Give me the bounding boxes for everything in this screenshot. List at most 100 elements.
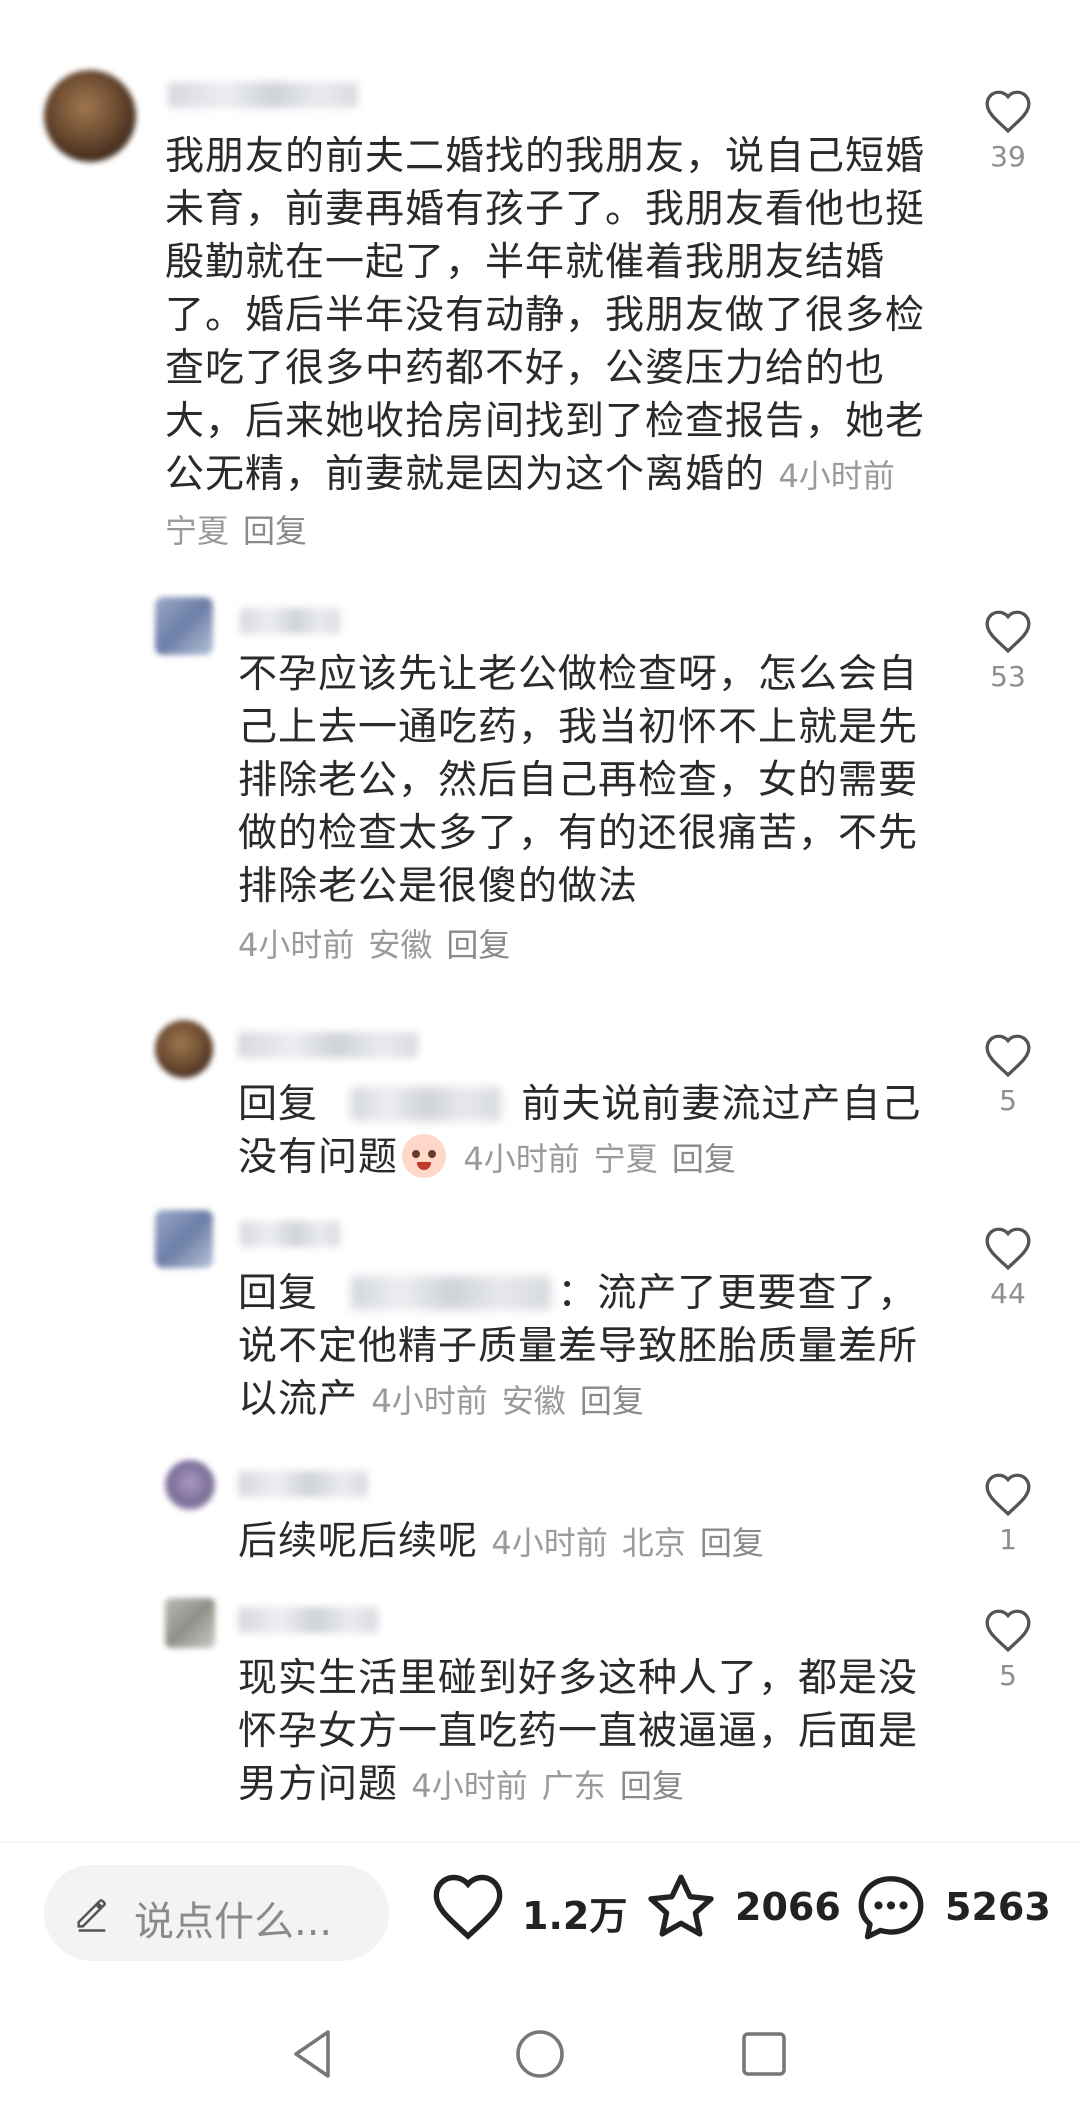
comment-text: 回复 ：流产了更要查了， 说不定他精子质量差导致胚胎质量差所 以流产 4小时前安… [238, 1267, 938, 1428]
crying-emoji-icon [402, 1134, 447, 1178]
like-count: 5 [999, 1659, 1017, 1692]
comment-item: 不孕应该先让老公做检查呀，怎么会自己上去一通吃药，我当初怀不上就是先排除老公，然… [0, 580, 1080, 990]
reply-button[interactable]: 回复 [446, 926, 510, 964]
favorite-count: 2066 [735, 1885, 841, 1929]
comment-body: 我朋友的前夫二婚找的我朋友，说自己短婚未育，前妻再婚有孩子了。我朋友看他也挺殷勤… [165, 134, 926, 497]
comment-body-line1: ：流产了更要查了， [557, 1271, 918, 1316]
heart-icon [985, 1227, 1031, 1271]
like-count: 53 [990, 660, 1026, 693]
heart-icon [985, 1473, 1031, 1517]
square-recents-icon [742, 2032, 786, 2076]
avatar[interactable] [165, 1598, 215, 1648]
reply-button[interactable]: 回复 [700, 1524, 764, 1562]
reply-button[interactable]: 回复 [243, 512, 307, 550]
comment-time: 4小时前 [371, 1382, 488, 1420]
avatar[interactable] [155, 1210, 213, 1268]
comment-time: 4小时前 [463, 1140, 580, 1178]
like-count: 1 [999, 1523, 1017, 1556]
username-blurred[interactable] [240, 1221, 340, 1247]
input-placeholder: 说点什么... [134, 1899, 333, 1945]
like-button[interactable]: 5 [968, 1032, 1048, 1117]
heart-icon [985, 610, 1031, 654]
username-blurred[interactable] [238, 1471, 368, 1497]
like-total-count: 1.2万 [522, 1894, 628, 1938]
nav-back-button[interactable] [290, 2028, 336, 2084]
comment-text: 我朋友的前夫二婚找的我朋友，说自己短婚未育，前妻再婚有孩子了。我朋友看他也挺殷勤… [165, 130, 940, 558]
reply-button[interactable]: 回复 [672, 1140, 736, 1178]
comment-item: 回复 ：流产了更要查了， 说不定他精子质量差导致胚胎质量差所 以流产 4小时前安… [0, 1205, 1080, 1445]
username-blurred[interactable] [238, 1607, 378, 1633]
comment-text: 现实生活里碰到好多这种人了，都是没 怀孕女方一直吃药一直被逼逼，后面是 男方问题… [238, 1652, 938, 1813]
comment-body-line2: 怀孕女方一直吃药一直被逼逼，后面是 [238, 1709, 919, 1754]
heart-icon [433, 1874, 503, 1940]
circle-home-icon [516, 2030, 564, 2078]
mentioned-user-blurred[interactable] [351, 1087, 502, 1121]
reply-button[interactable]: 回复 [620, 1767, 684, 1805]
comment-body-line1: 现实生活里碰到好多这种人了，都是没 [238, 1656, 919, 1701]
reply-prefix: 回复 [238, 1082, 319, 1127]
comment-location: 宁夏 [593, 1140, 658, 1178]
like-button[interactable]: 5 [968, 1607, 1048, 1692]
comment-total-button[interactable]: 5263 [853, 1871, 1053, 1951]
comment-location: 安徽 [501, 1382, 566, 1420]
mentioned-user-blurred[interactable] [351, 1276, 552, 1310]
comment-body-line3: 以流产 [238, 1377, 359, 1422]
nav-home-button[interactable] [514, 2028, 566, 2084]
like-button[interactable]: 53 [968, 608, 1048, 693]
username-blurred[interactable] [168, 82, 358, 108]
comment-meta: 4小时前宁夏回复 [463, 1140, 749, 1178]
heart-icon [985, 90, 1031, 134]
comment-body: 不孕应该先让老公做检查呀，怎么会自己上去一通吃药，我当初怀不上就是先排除老公，然… [238, 652, 919, 909]
like-count: 39 [990, 140, 1026, 173]
nav-recents-button[interactable] [740, 2028, 788, 2084]
comment-input[interactable]: 说点什么... [44, 1865, 389, 1961]
avatar[interactable] [44, 70, 136, 162]
comment-text: 不孕应该先让老公做检查呀，怎么会自己上去一通吃药，我当初怀不上就是先排除老公，然… [238, 648, 938, 913]
comment-body-line3: 男方问题 [238, 1762, 399, 1807]
like-count: 44 [990, 1277, 1026, 1310]
username-blurred[interactable] [240, 608, 340, 634]
comment-meta: 4小时前 安徽 回复 [371, 1382, 657, 1420]
like-count: 5 [999, 1084, 1017, 1117]
heart-icon [985, 1609, 1031, 1653]
comment-body-line2: 说不定他精子质量差导致胚胎质量差所 [238, 1324, 919, 1369]
comment-item: 回复 前夫说前妻流过产自己 没有问题 4小时前 宁夏 回复 5 [0, 1010, 1080, 1190]
comment-meta: 4小时前 安徽 回复 [238, 920, 524, 966]
comment-text: 回复 前夫说前妻流过产自己 没有问题 4小时前 宁夏 回复 [238, 1078, 938, 1186]
comment-body-line1: 前夫说前妻流过产自己 [521, 1082, 922, 1127]
comment-time: 4小时前 [491, 1524, 608, 1562]
comment-meta: 4小时前 广东 回复 [411, 1767, 697, 1805]
comment-body-tail: 的 [725, 452, 766, 497]
comment-item: 我朋友的前夫二婚找的我朋友，说自己短婚未育，前妻再婚有孩子了。我朋友看他也挺殷勤… [0, 0, 1080, 580]
comment-time: 4小时前 [778, 457, 895, 495]
pencil-icon [77, 1899, 106, 1932]
avatar[interactable] [155, 597, 213, 655]
comment-meta: 4小时前 北京 回复 [491, 1524, 777, 1562]
comment-item: 现实生活里碰到好多这种人了，都是没 怀孕女方一直吃药一直被逼逼，后面是 男方问题… [0, 1595, 1080, 1825]
heart-icon [985, 1034, 1031, 1078]
comment-location: 安徽 [368, 926, 433, 964]
like-total-button[interactable]: 1.2万 [430, 1871, 627, 1951]
comment-total-count: 5263 [945, 1885, 1051, 1929]
comment-body: 后续呢后续呢 [238, 1519, 479, 1564]
username-blurred[interactable] [238, 1032, 418, 1058]
comment-time: 4小时前 [238, 926, 355, 964]
reply-prefix: 回复 [238, 1271, 319, 1316]
chat-bubble-icon [858, 1876, 924, 1940]
comment-location: 北京 [621, 1524, 686, 1562]
system-nav-bar [0, 2002, 1080, 2116]
star-icon [648, 1874, 714, 1937]
reply-button[interactable]: 回复 [580, 1382, 644, 1420]
avatar[interactable] [165, 1460, 215, 1510]
avatar[interactable] [155, 1020, 213, 1078]
like-button[interactable]: 44 [968, 1225, 1048, 1310]
favorite-button[interactable]: 2066 [643, 1871, 841, 1951]
comment-body-line2: 没有问题 [238, 1135, 399, 1180]
like-button[interactable]: 39 [968, 88, 1048, 173]
comment-time: 4小时前 [411, 1767, 528, 1805]
triangle-back-icon [294, 2030, 330, 2078]
comment-location: 宁夏 [165, 512, 230, 550]
comment-text: 后续呢后续呢 4小时前 北京 回复 [238, 1515, 938, 1570]
like-button[interactable]: 1 [968, 1471, 1048, 1556]
comment-location: 广东 [541, 1767, 606, 1805]
